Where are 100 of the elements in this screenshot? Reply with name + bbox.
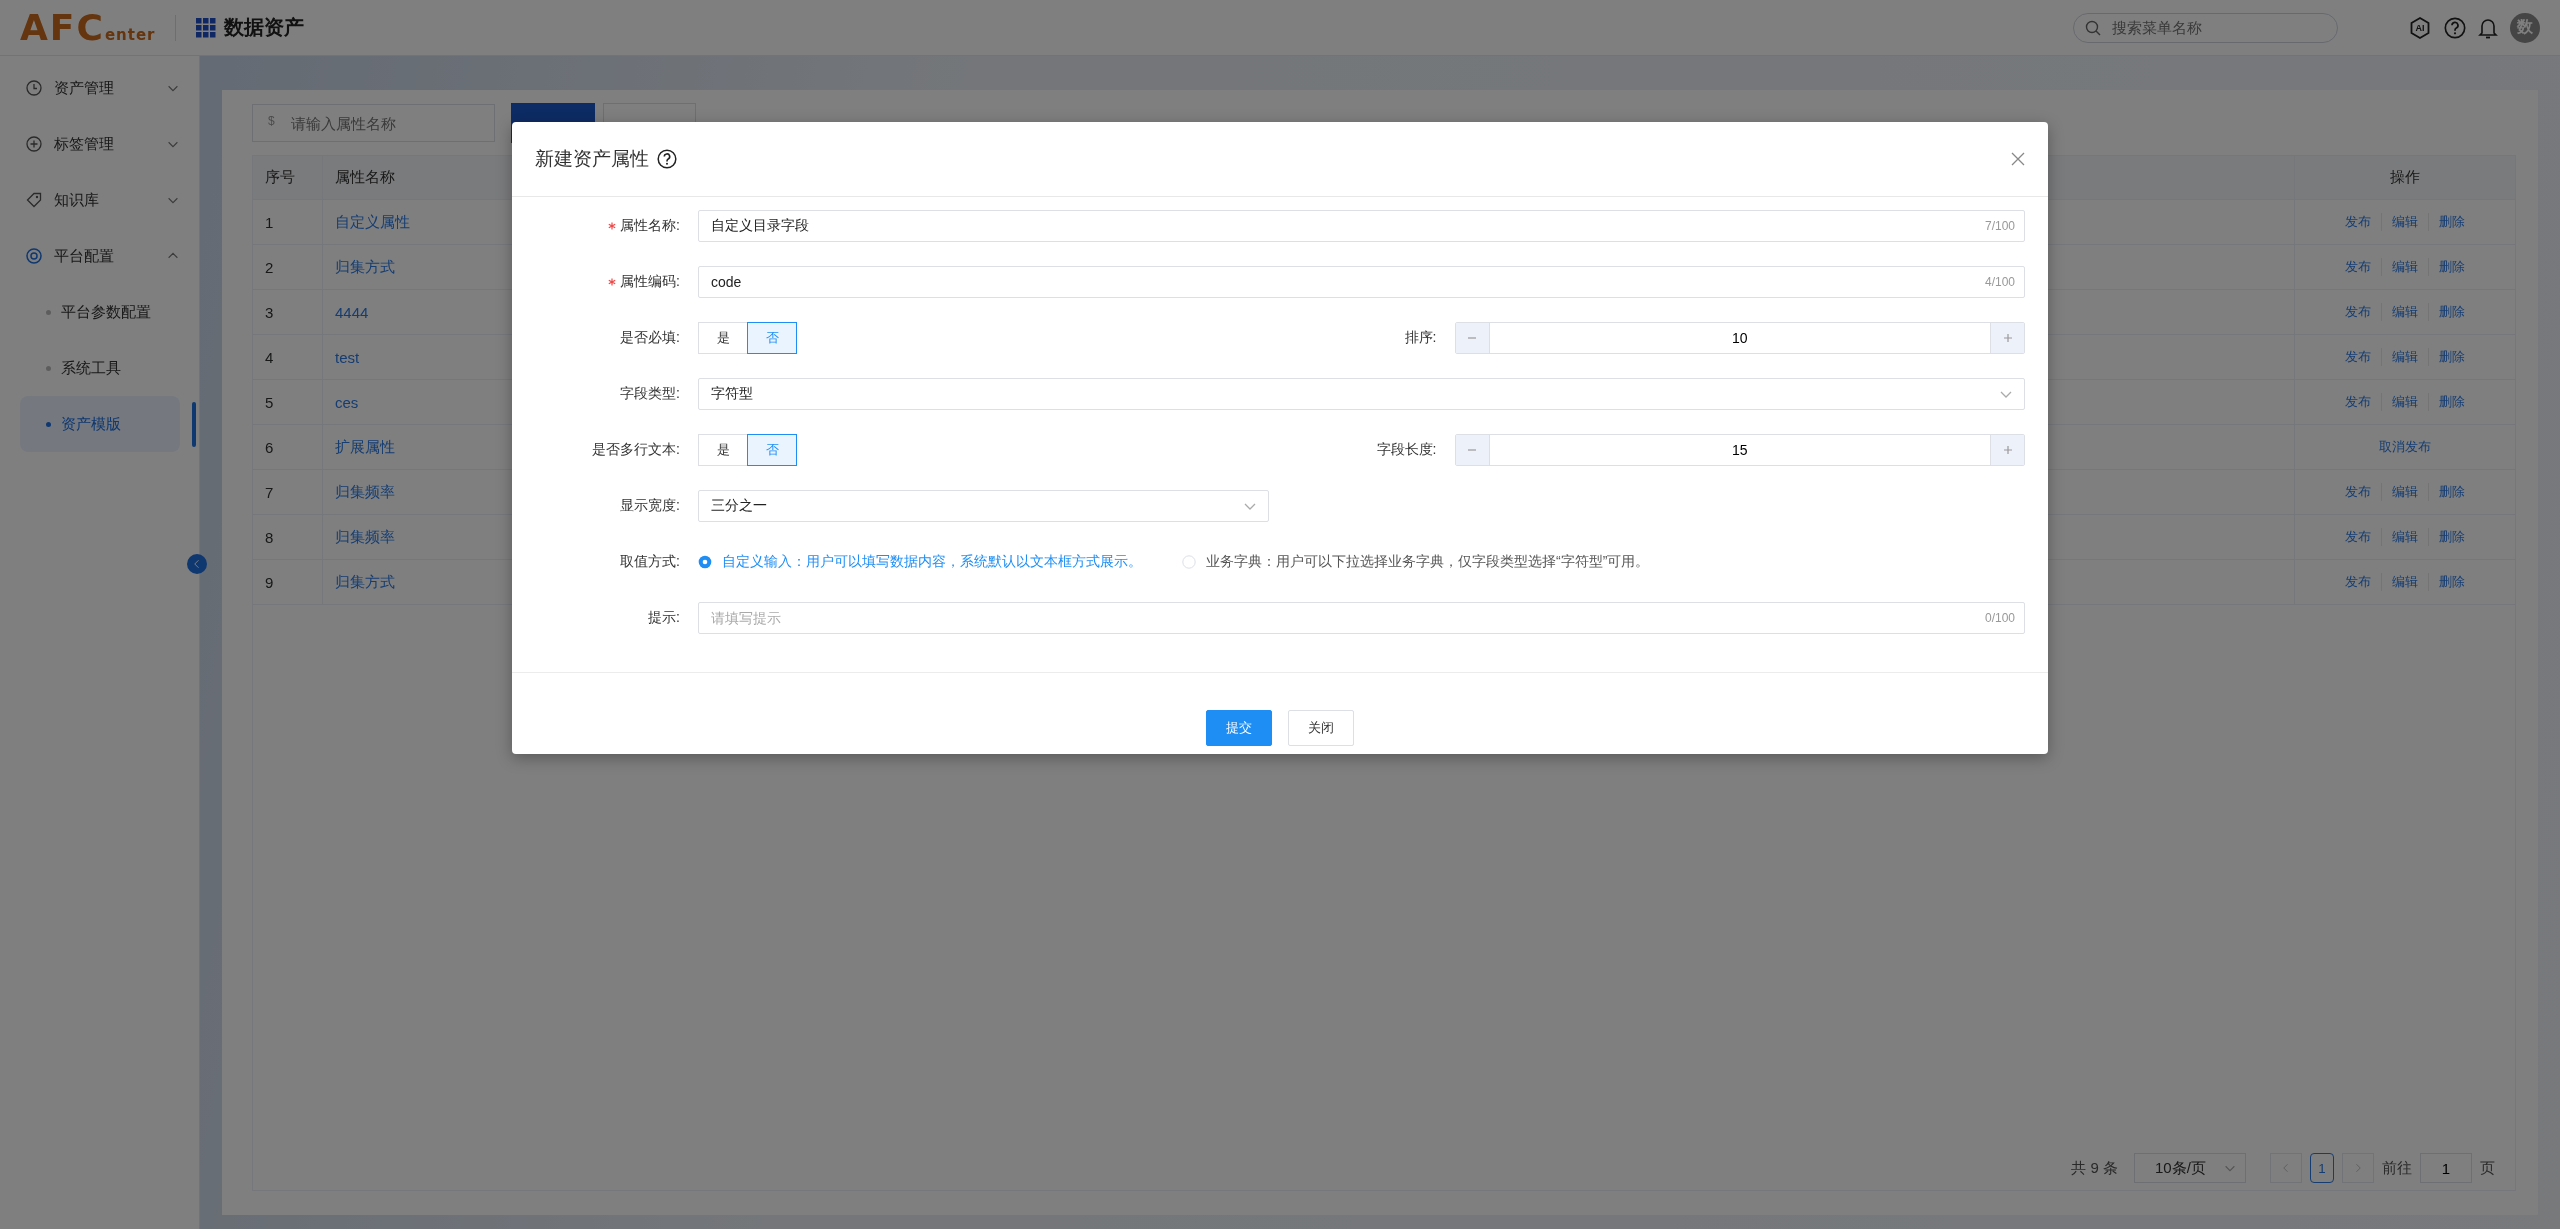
- name-link[interactable]: 归集频率: [335, 527, 395, 547]
- field-label: 是否必填:: [620, 329, 680, 347]
- action-link[interactable]: 编辑: [2381, 258, 2428, 276]
- table-cell: 2: [253, 245, 323, 289]
- char-counter: 4/100: [1984, 275, 2015, 289]
- action-link[interactable]: 发布: [2335, 483, 2381, 501]
- target-icon: [26, 248, 42, 264]
- name-link[interactable]: 自定义属性: [335, 212, 410, 232]
- help-icon[interactable]: [2444, 16, 2466, 39]
- tag-icon: [26, 192, 42, 208]
- toggle-button[interactable]: 是: [698, 322, 748, 354]
- column-header: 序号: [253, 156, 323, 199]
- help-icon: [657, 149, 677, 169]
- goto-label: 前往: [2382, 1158, 2412, 1178]
- action-link[interactable]: 编辑: [2381, 528, 2428, 546]
- action-link[interactable]: 删除: [2428, 303, 2475, 321]
- table-cell: 1: [253, 200, 323, 244]
- name-link[interactable]: test: [335, 348, 360, 366]
- increment-button[interactable]: [1991, 323, 2024, 353]
- collapse-button[interactable]: [187, 554, 207, 574]
- action-link[interactable]: 编辑: [2381, 213, 2428, 231]
- radio-option[interactable]: 业务字典：用户可以下拉选择业务字典，仅字段类型选择“字符型”可用。: [1182, 553, 1650, 571]
- name-link[interactable]: 4444: [335, 303, 369, 321]
- field-label: 排序:: [1404, 329, 1437, 347]
- bell-icon[interactable]: [2478, 16, 2498, 39]
- prefix-text: $: [268, 114, 275, 128]
- select-field[interactable]: 三分之一: [698, 490, 1269, 522]
- char-counter: 7/100: [1984, 219, 2015, 233]
- action-link[interactable]: 发布: [2335, 573, 2381, 591]
- name-link[interactable]: 归集方式: [335, 572, 395, 592]
- table-cell: 4: [253, 335, 323, 379]
- close-dialog-button[interactable]: 关闭: [1288, 710, 1354, 746]
- total-count: 共 9 条: [2071, 1158, 2118, 1178]
- decrement-button[interactable]: [1455, 323, 1489, 353]
- decrement-button[interactable]: [1455, 435, 1489, 465]
- field-label: 字段类型:: [620, 385, 680, 403]
- action-link[interactable]: 发布: [2335, 258, 2381, 276]
- name-link[interactable]: 归集方式: [335, 257, 395, 277]
- search-icon: [2085, 19, 2101, 36]
- increment-button[interactable]: [1991, 435, 2024, 465]
- search-field[interactable]: 搜索菜单名称: [2073, 12, 2338, 43]
- page-input[interactable]: 1: [2420, 1153, 2472, 1183]
- column-header: 操作: [2389, 167, 2421, 187]
- select-field[interactable]: 字符型: [698, 378, 2025, 410]
- table-cell: 5: [253, 380, 323, 424]
- field-label: 是否多行文本:: [592, 441, 680, 459]
- action-link[interactable]: 删除: [2428, 348, 2475, 366]
- action-link[interactable]: 编辑: [2381, 393, 2428, 411]
- field-label: 提示:: [648, 609, 680, 627]
- nav-item[interactable]: 标签管理: [0, 116, 180, 172]
- active-indicator: [192, 402, 196, 447]
- nav-subitem[interactable]: 系统工具: [20, 340, 180, 396]
- nav-item[interactable]: 资产管理: [0, 60, 180, 116]
- page-size-select[interactable]: 10条/页: [2134, 1153, 2246, 1183]
- ai-button[interactable]: AI: [2408, 15, 2432, 40]
- page-button[interactable]: 1: [2310, 1153, 2334, 1183]
- nav-subitem[interactable]: 平台参数配置: [20, 284, 180, 340]
- next-page-button[interactable]: [2342, 1153, 2374, 1183]
- nav-subitem[interactable]: 资产模版: [20, 396, 180, 452]
- number-stepper[interactable]: 10: [1454, 322, 2025, 354]
- action-link[interactable]: 发布: [2335, 303, 2381, 321]
- toggle-button[interactable]: 否: [747, 434, 797, 466]
- action-link[interactable]: 删除: [2428, 213, 2475, 231]
- name-link[interactable]: ces: [335, 393, 359, 411]
- field-label: 字段长度:: [1376, 441, 1437, 459]
- page-suffix: 页: [2480, 1158, 2495, 1178]
- action-link[interactable]: 发布: [2335, 213, 2381, 231]
- close-icon: [2011, 152, 2025, 166]
- table-cell: 3: [253, 290, 323, 334]
- char-counter: 0/100: [1984, 611, 2015, 625]
- toggle-button[interactable]: 否: [747, 322, 797, 354]
- action-link[interactable]: 编辑: [2381, 348, 2428, 366]
- action-link[interactable]: 编辑: [2381, 573, 2428, 591]
- action-link[interactable]: 发布: [2335, 393, 2381, 411]
- action-link[interactable]: 编辑: [2381, 483, 2428, 501]
- action-link[interactable]: 删除: [2428, 483, 2475, 501]
- action-link[interactable]: 发布: [2335, 528, 2381, 546]
- radio-option[interactable]: 自定义输入：用户可以填写数据内容，系统默认以文本框方式展示。: [698, 553, 1142, 571]
- prev-page-button[interactable]: [2270, 1153, 2302, 1183]
- submit-button[interactable]: 提交: [1206, 710, 1272, 746]
- nav-item[interactable]: 平台配置: [0, 228, 180, 284]
- close-button[interactable]: [2011, 152, 2025, 166]
- toggle-button[interactable]: 是: [698, 434, 748, 466]
- field-label: 属性名称:: [620, 217, 680, 235]
- action-link[interactable]: 编辑: [2381, 303, 2428, 321]
- action-link[interactable]: 删除: [2428, 258, 2475, 276]
- action-link[interactable]: 删除: [2428, 528, 2475, 546]
- action-link[interactable]: 删除: [2428, 573, 2475, 591]
- name-link[interactable]: 归集频率: [335, 482, 395, 502]
- app-title: 数据资产: [224, 15, 305, 40]
- name-link[interactable]: 扩展属性: [335, 437, 395, 457]
- action-link[interactable]: 发布: [2335, 348, 2381, 366]
- action-link[interactable]: 删除: [2428, 393, 2475, 411]
- number-stepper[interactable]: 15: [1454, 434, 2025, 466]
- nav-item[interactable]: 知识库: [0, 172, 180, 228]
- table-cell: 9: [253, 560, 323, 604]
- table-cell: 7: [253, 470, 323, 514]
- action-link[interactable]: 取消发布: [2369, 438, 2441, 456]
- plus-icon: [2002, 445, 2013, 455]
- plus-icon: [2002, 333, 2013, 343]
